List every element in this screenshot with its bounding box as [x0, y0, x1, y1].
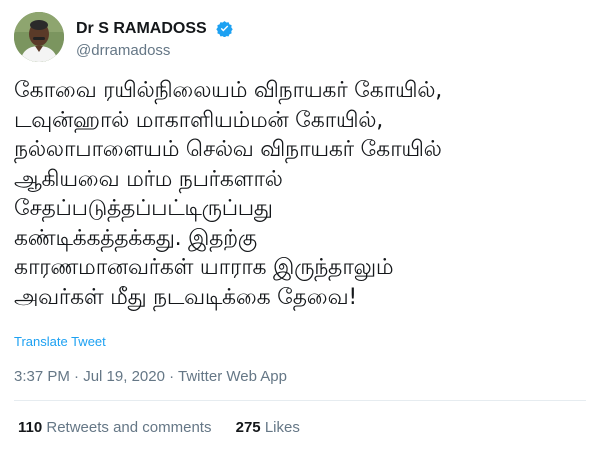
- retweets-label: Retweets and comments: [46, 419, 212, 436]
- tweet-time[interactable]: 3:37 PM: [14, 368, 70, 385]
- retweets-count: 110: [18, 419, 43, 436]
- tweet-date[interactable]: Jul 19, 2020: [83, 368, 165, 385]
- meta-separator: ·: [69, 368, 84, 385]
- likes-label: Likes: [264, 419, 300, 436]
- tweet-header: Dr S RAMADOSS @drramadoss: [14, 12, 584, 64]
- divider: [14, 400, 586, 401]
- retweets-stat[interactable]: 110 Retweets and comments: [18, 419, 211, 436]
- handle[interactable]: @drramadoss: [76, 42, 233, 59]
- tweet-source[interactable]: Twitter Web App: [178, 368, 287, 385]
- verified-badge-icon: [216, 21, 233, 37]
- likes-count: 275: [235, 419, 261, 436]
- tweet-text: கோவை ரயில்நிலையம் விநாயகர் கோயில், டவுன்…: [14, 78, 442, 310]
- profile-photo-icon: [14, 12, 64, 62]
- likes-stat[interactable]: 275 Likes: [236, 419, 300, 436]
- tweet-meta: 3:37 PM · Jul 19, 2020 · Twitter Web App: [14, 368, 287, 385]
- author-block: Dr S RAMADOSS @drramadoss: [76, 18, 233, 59]
- display-name[interactable]: Dr S RAMADOSS: [76, 20, 207, 38]
- meta-separator: ·: [164, 368, 179, 385]
- tweet-stats: 110 Retweets and comments 275 Likes: [18, 419, 320, 436]
- translate-tweet-link[interactable]: Translate Tweet: [14, 334, 106, 349]
- avatar[interactable]: [14, 12, 64, 62]
